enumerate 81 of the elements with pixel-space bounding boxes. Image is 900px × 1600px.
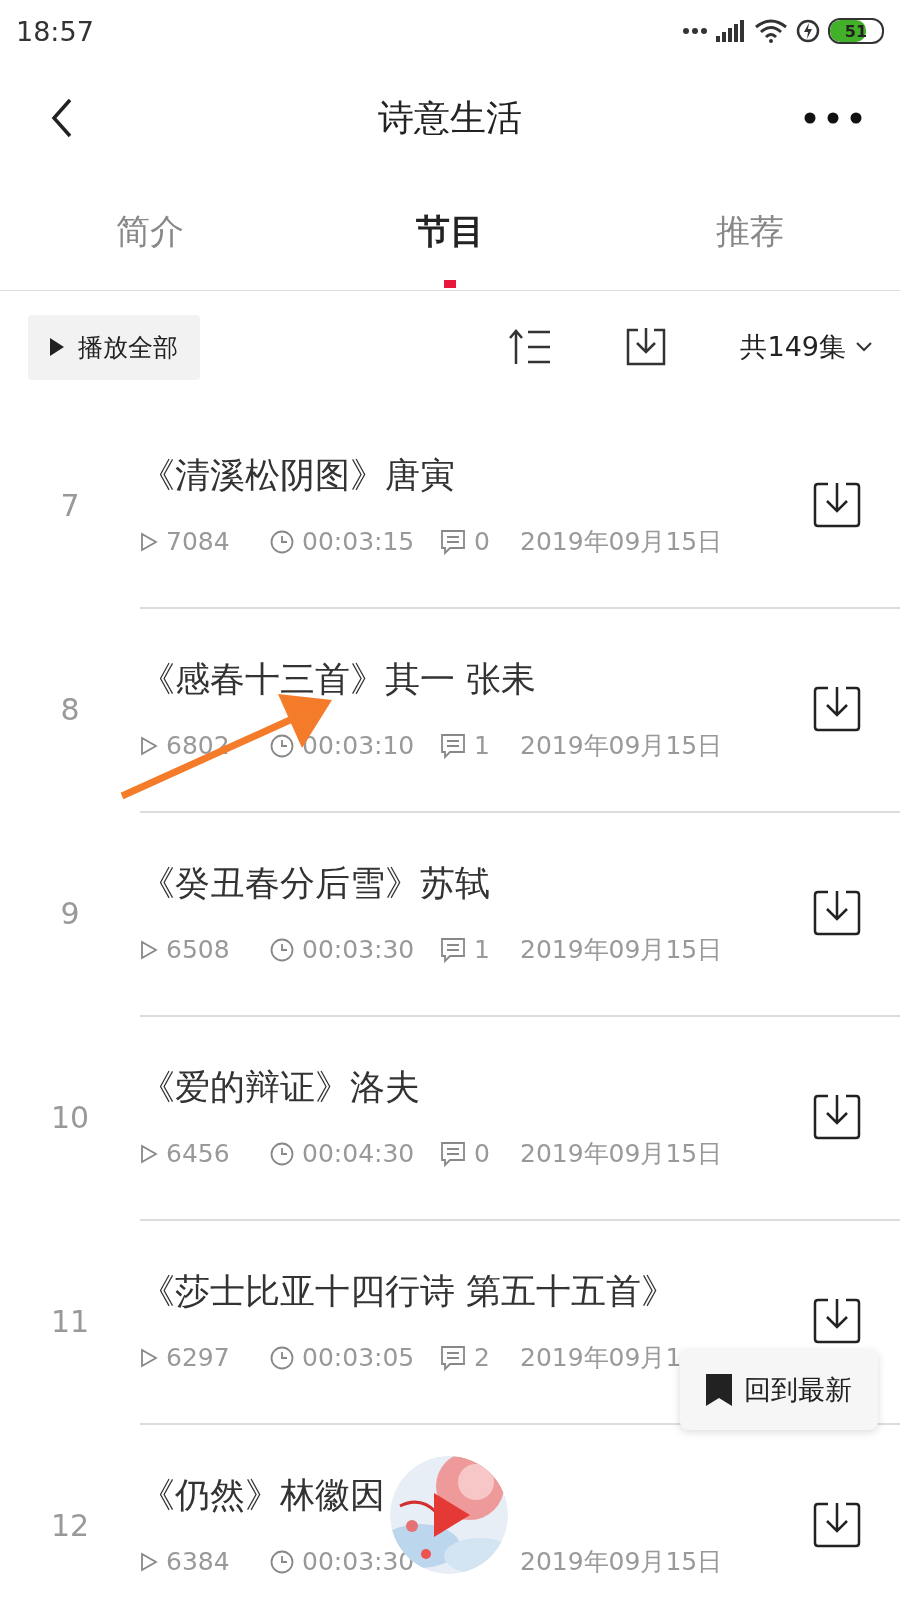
play-icon bbox=[50, 338, 64, 356]
play-count: 6508 bbox=[166, 935, 231, 964]
tab[interactable]: 节目 bbox=[416, 209, 484, 255]
comment-count: 1 bbox=[474, 731, 491, 760]
play-count-icon bbox=[140, 1143, 158, 1164]
episode-number: 9 bbox=[59, 895, 81, 931]
download-icon[interactable] bbox=[812, 481, 862, 529]
play-count-icon bbox=[140, 1347, 158, 1368]
signal-icon bbox=[716, 20, 746, 42]
publish-date: 2019年09月15日 bbox=[520, 730, 723, 762]
tab[interactable]: 推荐 bbox=[716, 209, 784, 255]
comment-icon bbox=[440, 1344, 466, 1371]
clock-icon bbox=[270, 529, 294, 554]
play-count: 7084 bbox=[166, 527, 231, 556]
publish-date: 2019年09月15日 bbox=[520, 1546, 723, 1578]
duration: 00:03:05 bbox=[302, 1343, 416, 1372]
comment-count: 1 bbox=[474, 935, 491, 964]
episode-number: 12 bbox=[49, 1507, 91, 1543]
sort-icon[interactable] bbox=[508, 328, 553, 366]
wifi-icon bbox=[754, 19, 788, 43]
episode-number: 10 bbox=[49, 1099, 91, 1135]
episode-row[interactable]: 9 《癸丑春分后雪》苏轼 6508 00:03:30 1 2019年09月15日 bbox=[0, 811, 900, 1015]
play-count-icon bbox=[140, 735, 158, 756]
comment-count: 2 bbox=[474, 1343, 491, 1372]
episode-row[interactable]: 7 《清溪松阴图》唐寅 7084 00:03:15 0 2019年09月15日 bbox=[0, 403, 900, 607]
comment-icon bbox=[440, 732, 466, 759]
episode-number: 7 bbox=[59, 487, 81, 523]
episode-row[interactable]: 10 《爱的辩证》洛夫 6456 00:04:30 0 2019年09月15日 bbox=[0, 1015, 900, 1219]
duration: 00:03:10 bbox=[302, 731, 416, 760]
play-count-icon bbox=[140, 1551, 158, 1572]
publish-date: 2019年09月1 bbox=[520, 1342, 682, 1374]
play-icon bbox=[434, 1493, 470, 1537]
episode-title: 《癸丑春分后雪》苏轼 bbox=[140, 862, 490, 905]
duration: 00:03:15 bbox=[302, 527, 416, 556]
status-time: 18:57 bbox=[16, 15, 94, 47]
publish-date: 2019年09月15日 bbox=[520, 1138, 723, 1170]
episode-title: 《仍然》林徽因 bbox=[140, 1474, 385, 1517]
download-icon[interactable] bbox=[812, 1501, 862, 1549]
clock-icon bbox=[270, 1345, 294, 1370]
clock-icon bbox=[270, 733, 294, 758]
download-icon[interactable] bbox=[812, 1297, 862, 1345]
episode-number: 8 bbox=[59, 691, 81, 727]
download-icon[interactable] bbox=[812, 1093, 862, 1141]
episode-count-dropdown[interactable]: 共149集 bbox=[740, 329, 872, 365]
download-icon[interactable] bbox=[812, 685, 862, 733]
play-count: 6384 bbox=[166, 1547, 231, 1576]
comment-count: 0 bbox=[474, 1139, 491, 1168]
play-all-button[interactable]: 播放全部 bbox=[28, 314, 200, 380]
back-icon[interactable] bbox=[50, 98, 74, 138]
episode-title: 《莎士比亚十四行诗 第五十五首》 bbox=[140, 1270, 677, 1313]
episode-title: 《感春十三首》其一 张耒 bbox=[140, 658, 537, 701]
duration: 00:03:30 bbox=[302, 935, 416, 964]
duration: 00:04:30 bbox=[302, 1139, 416, 1168]
play-count-icon bbox=[140, 531, 158, 552]
more-icon[interactable] bbox=[804, 112, 862, 124]
episode-title: 《爱的辩证》洛夫 bbox=[140, 1066, 420, 1109]
download-icon[interactable] bbox=[812, 889, 862, 937]
comment-icon bbox=[440, 936, 466, 963]
episode-number: 11 bbox=[49, 1303, 91, 1339]
comment-icon bbox=[440, 528, 466, 555]
charging-icon bbox=[796, 19, 820, 43]
play-count: 6297 bbox=[166, 1343, 231, 1372]
clock-icon bbox=[270, 1141, 294, 1166]
episode-title: 《清溪松阴图》唐寅 bbox=[140, 454, 455, 497]
comment-count: 0 bbox=[474, 527, 491, 556]
more-dots-icon bbox=[682, 27, 708, 35]
tab-indicator bbox=[444, 280, 456, 288]
publish-date: 2019年09月15日 bbox=[520, 526, 723, 558]
tab[interactable]: 简介 bbox=[116, 209, 184, 255]
play-count-icon bbox=[140, 939, 158, 960]
bookmark-icon bbox=[706, 1374, 732, 1406]
publish-date: 2019年09月15日 bbox=[520, 934, 723, 966]
back-to-latest-button[interactable]: 回到最新 bbox=[680, 1350, 878, 1430]
play-count: 6456 bbox=[166, 1139, 231, 1168]
chevron-down-icon bbox=[856, 342, 872, 352]
page-title: 诗意生活 bbox=[378, 95, 522, 140]
battery-indicator: 51 bbox=[828, 18, 884, 44]
clock-icon bbox=[270, 937, 294, 962]
duration: 00:03:30 bbox=[302, 1547, 416, 1576]
clock-icon bbox=[270, 1549, 294, 1574]
comment-icon bbox=[440, 1140, 466, 1167]
